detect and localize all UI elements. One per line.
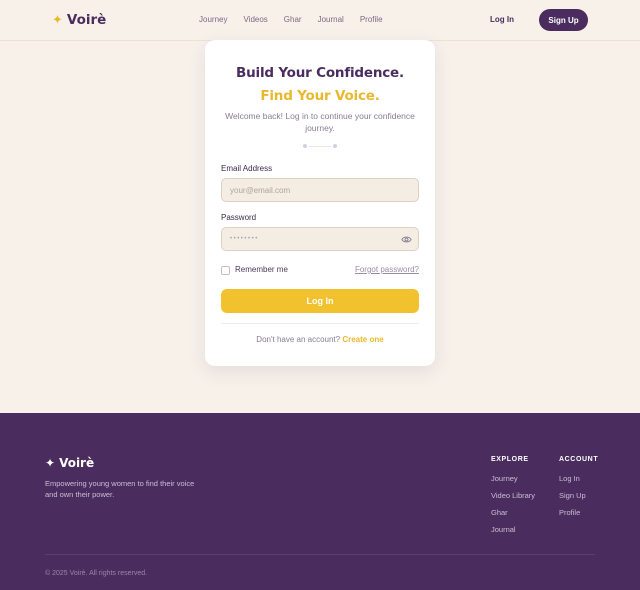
remember-checkbox[interactable] [221, 265, 230, 275]
footer-link-journey[interactable]: Journey [491, 474, 535, 484]
remember-me[interactable]: Remember me [221, 265, 288, 275]
site-footer: ✦ Voirè Empowering young women to find t… [0, 413, 640, 590]
footer-link-ghar[interactable]: Ghar [491, 508, 535, 518]
footer-explore-column: EXPLORE Journey Video Library Ghar Journ… [491, 455, 535, 542]
welcome-subtitle: Welcome back! Log in to continue your co… [225, 111, 415, 133]
page-title: Build Your Confidence. Find Your Voice. [221, 62, 419, 108]
title-accent: Find Your Voice. [260, 88, 380, 104]
email-label: Email Address [221, 164, 273, 173]
footer-tagline: Empowering young women to find their voi… [45, 479, 195, 499]
footer-link-profile[interactable]: Profile [559, 508, 598, 518]
footer-link-signup[interactable]: Sign Up [559, 491, 598, 501]
divider-dot [303, 144, 307, 148]
footer-brand-name: Voirè [59, 456, 95, 470]
password-input[interactable]: •••••••• [221, 227, 419, 251]
eye-icon[interactable] [401, 235, 412, 244]
nav-item-journey[interactable]: Journey [199, 15, 227, 25]
account-heading: ACCOUNT [559, 456, 599, 463]
nav-item-journal[interactable]: Journal [318, 15, 344, 25]
divider-line [309, 146, 331, 147]
remember-label: Remember me [235, 265, 288, 274]
copyright-text: © 2025 Voirè. All rights reserved. [45, 570, 148, 577]
footer-logo[interactable]: ✦ Voirè [45, 456, 94, 470]
email-field-wrapper [221, 178, 419, 202]
login-card: Build Your Confidence. Find Your Voice. … [205, 40, 435, 366]
footer-link-video-library[interactable]: Video Library [491, 491, 535, 501]
footer-link-journal[interactable]: Journal [491, 525, 535, 535]
header-login-link[interactable]: Log In [490, 15, 514, 25]
brand-name: Voirè [66, 12, 107, 28]
sparkle-icon: ✦ [45, 456, 56, 470]
main-nav: Journey Videos Ghar Journal Profile [199, 15, 383, 25]
email-input[interactable] [230, 185, 410, 195]
nav-item-ghar[interactable]: Ghar [284, 15, 302, 25]
footer-divider [45, 554, 595, 555]
sparkle-icon: ✦ [52, 12, 63, 27]
nav-item-profile[interactable]: Profile [360, 15, 383, 25]
footer-account-column: ACCOUNT Log In Sign Up Profile [559, 455, 598, 525]
footer-link-login[interactable]: Log In [559, 474, 598, 484]
no-account-text: Don't have an account? [256, 335, 341, 344]
login-button[interactable]: Log In [221, 289, 419, 313]
divider-dot [333, 144, 337, 148]
decorative-divider [303, 143, 337, 149]
explore-heading: EXPLORE [491, 456, 529, 463]
create-account-link[interactable]: Create one [342, 335, 383, 344]
top-navbar: ✦ Voirè Journey Videos Ghar Journal Prof… [0, 0, 640, 41]
create-account-prompt: Don't have an account? Create one [205, 335, 435, 345]
password-mask: •••••••• [230, 236, 259, 242]
forgot-password-link[interactable]: Forgot password? [355, 265, 419, 275]
brand-logo[interactable]: ✦ Voirè [52, 12, 106, 28]
card-divider [221, 323, 419, 324]
nav-item-videos[interactable]: Videos [243, 15, 267, 25]
signup-button[interactable]: Sign Up [539, 9, 588, 31]
title-main: Build Your Confidence. [236, 65, 404, 81]
password-label: Password [221, 213, 257, 222]
